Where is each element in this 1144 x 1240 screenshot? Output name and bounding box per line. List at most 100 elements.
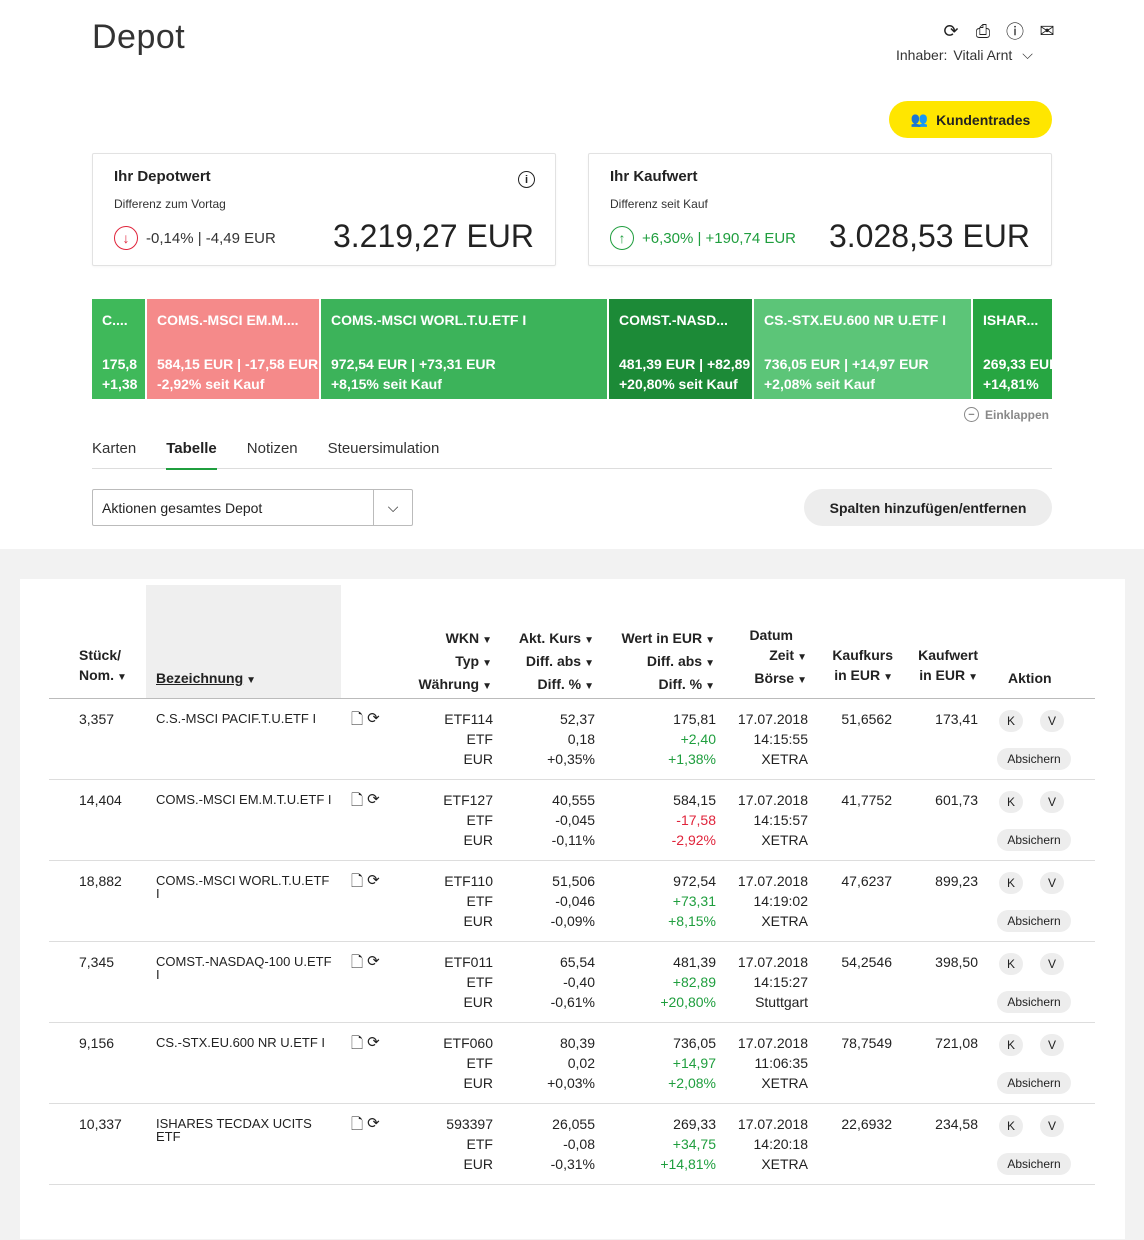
cell-boerse: XETRA <box>761 832 808 848</box>
sell-button[interactable]: V <box>1040 872 1064 894</box>
chevron-down-icon[interactable]: ⌵ <box>373 490 412 525</box>
cell-bezeichnung[interactable]: COMS.-MSCI WORL.T.U.ETF I <box>156 874 336 900</box>
header-stueck[interactable]: Stück/ Nom. ▼ <box>79 645 127 688</box>
arrow-down-icon: ↓ <box>114 226 138 250</box>
cell-datum-group: 17.07.2018 14:15:57 XETRA <box>738 790 808 850</box>
chevron-down-icon: ▼ <box>117 672 127 683</box>
cell-stueck: 7,345 <box>79 954 115 970</box>
refresh-icon[interactable]: ⟳ <box>367 871 380 896</box>
columns-button[interactable]: Spalten hinzufügen/entfernen <box>804 489 1052 526</box>
table-row: 9,156 CS.-STX.EU.600 NR U.ETF I 🗋 ⟳ ETF0… <box>49 1023 1095 1104</box>
header-wkn[interactable]: WKN ▼ Typ ▼ Währung ▼ <box>418 628 492 697</box>
header-wert[interactable]: Wert in EUR ▼ Diff. abs ▼ Diff. % ▼ <box>621 628 715 697</box>
refresh-icon[interactable]: ⟳ <box>367 790 380 815</box>
hedge-button[interactable]: Absichern <box>997 991 1071 1013</box>
cell-wert-diff: +2,40 <box>680 731 716 747</box>
sell-button[interactable]: V <box>1040 1034 1064 1056</box>
cell-kaufwert: 721,08 <box>935 1035 978 1051</box>
refresh-icon[interactable]: ⟳ <box>367 709 380 734</box>
hedge-button[interactable]: Absichern <box>997 829 1071 851</box>
header-wert-line1: Wert in EUR <box>621 630 703 646</box>
depotwert-value: 3.219,27 EUR <box>332 218 534 254</box>
header-bezeichnung[interactable]: Bezeichnung ▼ <box>156 668 256 691</box>
header-kaufkurs[interactable]: Kaufkurs in EUR ▼ <box>832 645 893 688</box>
heatmap-tile[interactable]: ISHAR... 269,33 EUR +14,81% <box>973 299 1052 399</box>
sell-button[interactable]: V <box>1040 953 1064 975</box>
refresh-icon[interactable]: ⟳ <box>940 20 962 42</box>
cell-wkn: ETF110 <box>444 873 493 889</box>
heatmap-tile[interactable]: COMS.-MSCI EM.M.... 584,15 EUR | -17,58 … <box>147 299 321 399</box>
document-add-icon[interactable]: 🗋 <box>351 1114 363 1139</box>
sell-button[interactable]: V <box>1040 1115 1064 1137</box>
header-kaufwert[interactable]: Kaufwert in EUR ▼ <box>918 645 978 688</box>
header-kaufwert-line1: Kaufwert <box>918 647 978 663</box>
owner-selector[interactable]: Inhaber: Vitali Arnt ⌵ <box>896 46 1033 63</box>
cell-typ: ETF <box>466 1055 493 1071</box>
chevron-down-icon: ▼ <box>584 681 594 692</box>
cell-datum-group: 17.07.2018 11:06:35 XETRA <box>738 1033 808 1093</box>
sell-button[interactable]: V <box>1040 710 1064 732</box>
table-row: 14,404 COMS.-MSCI EM.M.T.U.ETF I 🗋 ⟳ ETF… <box>49 780 1095 861</box>
tile-name: COMST.-NASD... <box>619 312 728 328</box>
document-add-icon[interactable]: 🗋 <box>351 871 363 896</box>
header-kurs[interactable]: Akt. Kurs ▼ Diff. abs ▼ Diff. % ▼ <box>519 628 594 697</box>
header-datum[interactable]: Datum Zeit ▼ Börse ▼ <box>749 625 807 691</box>
buy-button[interactable]: K <box>999 710 1023 732</box>
tab-tabelle[interactable]: Tabelle <box>166 440 217 470</box>
tab-karten[interactable]: Karten <box>92 440 136 469</box>
cell-bezeichnung[interactable]: CS.-STX.EU.600 NR U.ETF I <box>156 1036 336 1049</box>
document-add-icon[interactable]: 🗋 <box>351 790 363 815</box>
sell-button[interactable]: V <box>1040 791 1064 813</box>
cell-bezeichnung[interactable]: C.S.-MSCI PACIF.T.U.ETF I <box>156 712 336 725</box>
help-icon[interactable]: ⓘ <box>1004 20 1026 42</box>
collapse-heatmap-button[interactable]: − Einklappen <box>964 407 1049 422</box>
hedge-button[interactable]: Absichern <box>997 1153 1071 1175</box>
cell-wkn-group: ETF011 ETF EUR <box>444 952 493 1012</box>
chevron-down-icon: ▼ <box>482 658 492 669</box>
depotwert-title: Ihr Depotwert <box>114 168 211 185</box>
document-add-icon[interactable]: 🗋 <box>351 709 363 734</box>
refresh-icon[interactable]: ⟳ <box>367 1033 380 1058</box>
cell-wert-diff: +73,31 <box>672 893 716 909</box>
hedge-button[interactable]: Absichern <box>997 748 1071 770</box>
chevron-down-icon: ▼ <box>584 635 594 646</box>
row-icons: 🗋 ⟳ <box>351 1114 380 1139</box>
actions-select[interactable]: Aktionen gesamtes Depot ⌵ <box>92 489 413 526</box>
buy-button[interactable]: K <box>999 872 1023 894</box>
cell-kurs: 26,055 <box>552 1116 595 1132</box>
buy-button[interactable]: K <box>999 1115 1023 1137</box>
cell-kurs-pct: -0,61% <box>550 994 595 1010</box>
tab-steuersimulation[interactable]: Steuersimulation <box>328 440 440 469</box>
cell-bezeichnung[interactable]: ISHARES TECDAX UCITS ETF <box>156 1117 336 1143</box>
heatmap-tile[interactable]: C.... 175,8 +1,38 <box>92 299 147 399</box>
cell-kaufkurs: 22,6932 <box>841 1116 892 1132</box>
tab-notizen[interactable]: Notizen <box>247 440 298 469</box>
document-add-icon[interactable]: 🗋 <box>351 952 363 977</box>
cell-wert-group: 736,05 +14,97 +2,08% <box>668 1033 716 1093</box>
refresh-icon[interactable]: ⟳ <box>367 952 380 977</box>
info-icon[interactable]: i <box>518 171 535 188</box>
cell-boerse: Stuttgart <box>755 994 808 1010</box>
depotwert-card: Ihr Depotwert i Differenz zum Vortag ↓ -… <box>92 153 556 266</box>
row-icons: 🗋 ⟳ <box>351 952 380 977</box>
heatmap-tile[interactable]: COMST.-NASD... 481,39 EUR | +82,89 +20,8… <box>609 299 754 399</box>
kundentrades-label: Kundentrades <box>936 111 1031 128</box>
cell-wert: 972,54 <box>673 873 716 889</box>
heatmap-tile[interactable]: CS.-STX.EU.600 NR U.ETF I 736,05 EUR | +… <box>754 299 973 399</box>
cell-wert-pct: -2,92% <box>671 832 716 848</box>
hedge-button[interactable]: Absichern <box>997 910 1071 932</box>
hedge-button[interactable]: Absichern <box>997 1072 1071 1094</box>
buy-button[interactable]: K <box>999 953 1023 975</box>
cell-bezeichnung[interactable]: COMST.-NASDAQ-100 U.ETF I <box>156 955 336 981</box>
document-add-icon[interactable]: 🗋 <box>351 1033 363 1058</box>
print-icon[interactable]: ⎙ <box>972 20 994 42</box>
kundentrades-button[interactable]: 👥 Kundentrades <box>889 101 1052 138</box>
refresh-icon[interactable]: ⟳ <box>367 1114 380 1139</box>
heatmap-tile[interactable]: COMS.-MSCI WORL.T.U.ETF I 972,54 EUR | +… <box>321 299 609 399</box>
buy-button[interactable]: K <box>999 791 1023 813</box>
cell-bezeichnung[interactable]: COMS.-MSCI EM.M.T.U.ETF I <box>156 793 336 806</box>
buy-button[interactable]: K <box>999 1034 1023 1056</box>
mail-icon[interactable]: ✉ <box>1036 20 1058 42</box>
cell-zeit: 14:15:57 <box>753 812 809 828</box>
cell-wkn: ETF114 <box>444 711 493 727</box>
